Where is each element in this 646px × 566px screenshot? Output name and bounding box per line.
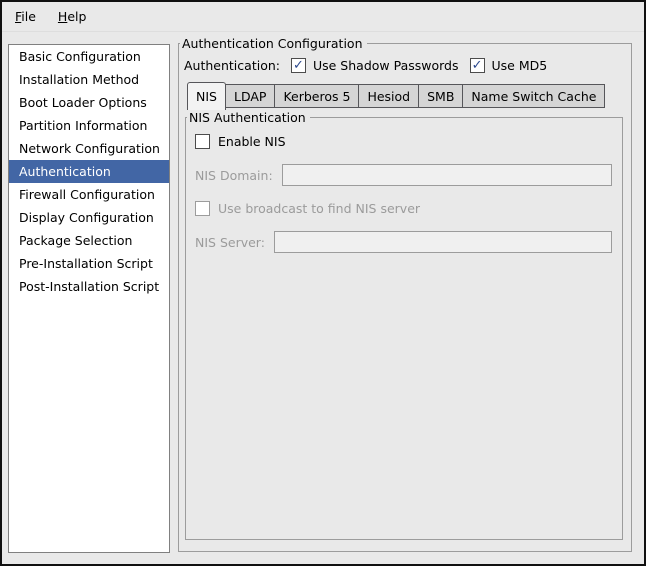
use-shadow-passwords-label[interactable]: Use Shadow Passwords xyxy=(313,58,459,73)
use-md5-checkbox[interactable]: ✓ xyxy=(470,58,485,73)
sidebar-item-authentication[interactable]: Authentication xyxy=(9,160,169,183)
authentication-label: Authentication: xyxy=(184,58,280,73)
nis-domain-row: NIS Domain: xyxy=(195,164,612,186)
use-broadcast-checkbox[interactable]: ✓ xyxy=(195,201,210,216)
use-shadow-passwords-checkbox[interactable]: ✓ xyxy=(291,58,306,73)
menu-file[interactable]: File xyxy=(6,6,45,27)
sidebar-item-partition-information[interactable]: Partition Information xyxy=(9,114,169,137)
sidebar-item-installation-method[interactable]: Installation Method xyxy=(9,68,169,91)
nis-server-input[interactable] xyxy=(274,231,612,253)
nis-domain-label: NIS Domain: xyxy=(195,168,273,183)
authentication-configuration-frame: Authentication Configuration Authenticat… xyxy=(178,36,632,552)
enable-nis-checkbox[interactable]: ✓ xyxy=(195,134,210,149)
enable-nis-row: ✓ Enable NIS xyxy=(195,134,622,149)
nis-domain-input[interactable] xyxy=(282,164,612,186)
use-broadcast-row: ✓ Use broadcast to find NIS server xyxy=(195,201,622,216)
nis-server-row: NIS Server: xyxy=(195,231,612,253)
sidebar-item-network-configuration[interactable]: Network Configuration xyxy=(9,137,169,160)
use-md5-label[interactable]: Use MD5 xyxy=(492,58,548,73)
tab-name-switch-cache[interactable]: Name Switch Cache xyxy=(462,84,605,108)
sidebar-item-boot-loader-options[interactable]: Boot Loader Options xyxy=(9,91,169,114)
nis-server-label: NIS Server: xyxy=(195,235,265,250)
sidebar-item-display-configuration[interactable]: Display Configuration xyxy=(9,206,169,229)
sidebar-item-post-installation-script[interactable]: Post-Installation Script xyxy=(9,275,169,298)
tab-nis[interactable]: NIS xyxy=(187,82,226,110)
sidebar-item-basic-configuration[interactable]: Basic Configuration xyxy=(9,45,169,68)
authentication-options-row: Authentication: ✓ Use Shadow Passwords ✓… xyxy=(184,58,631,73)
tab-smb[interactable]: SMB xyxy=(418,84,463,108)
enable-nis-label[interactable]: Enable NIS xyxy=(218,134,286,149)
sidebar-item-package-selection[interactable]: Package Selection xyxy=(9,229,169,252)
section-list: Basic Configuration Installation Method … xyxy=(8,44,170,553)
tab-kerberos-5[interactable]: Kerberos 5 xyxy=(274,84,359,108)
sidebar-item-firewall-configuration[interactable]: Firewall Configuration xyxy=(9,183,169,206)
check-icon: ✓ xyxy=(293,59,304,72)
nis-frame-title: NIS Authentication xyxy=(187,110,310,125)
auth-tabs: NIS LDAP Kerberos 5 Hesiod SMB Name Swit… xyxy=(187,82,631,110)
tab-hesiod[interactable]: Hesiod xyxy=(358,84,419,108)
kickstart-configurator-window: File Help Basic Configuration Installati… xyxy=(0,0,646,566)
menubar: File Help xyxy=(2,2,644,32)
tab-ldap[interactable]: LDAP xyxy=(225,84,275,108)
frame-title: Authentication Configuration xyxy=(180,36,367,51)
check-icon: ✓ xyxy=(472,59,483,72)
menu-help[interactable]: Help xyxy=(49,6,96,27)
sidebar-item-pre-installation-script[interactable]: Pre-Installation Script xyxy=(9,252,169,275)
nis-authentication-frame: NIS Authentication ✓ Enable NIS NIS Doma… xyxy=(185,110,623,540)
use-broadcast-label[interactable]: Use broadcast to find NIS server xyxy=(218,201,420,216)
